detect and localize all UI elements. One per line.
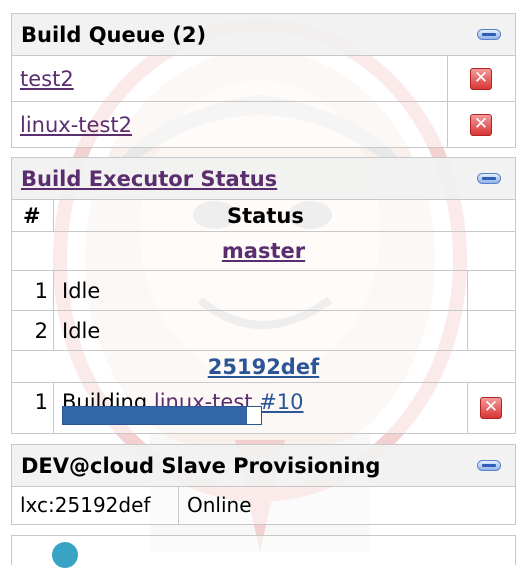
build-number-link[interactable]: #10 [259, 390, 303, 414]
node-link-25192def[interactable]: 25192def [12, 351, 515, 383]
cell-divider [53, 311, 54, 350]
collapse-icon[interactable] [477, 173, 501, 184]
slave-state: Online [187, 493, 252, 517]
build-queue-title: Build Queue (2) [21, 23, 207, 47]
node-link-master[interactable]: master [12, 232, 515, 270]
cell-divider [447, 102, 448, 148]
build-queue-pane: Build Queue (2) test2 ✕ linux-test2 ✕ [11, 13, 516, 148]
column-header-status: Status [227, 204, 304, 228]
node-row-master: master [12, 232, 515, 271]
executor-status-text: Idle [62, 279, 101, 303]
cancel-icon[interactable]: ✕ [470, 114, 492, 136]
cell-divider [447, 56, 448, 101]
executor-status-header: Build Executor Status [12, 158, 515, 200]
slave-provisioning-title: DEV@cloud Slave Provisioning [21, 454, 381, 478]
queue-item: linux-test2 ✕ [12, 102, 515, 148]
queue-item-link-linux-test2[interactable]: linux-test2 [20, 113, 132, 137]
collapse-icon[interactable] [477, 460, 501, 471]
executor-number: 2 [34, 319, 48, 343]
cloud-icon [52, 542, 78, 568]
executor-status-text: Idle [62, 319, 101, 343]
cell-divider [53, 383, 54, 434]
executor-row: 2 Idle [12, 311, 515, 351]
executor-number: 1 [34, 390, 48, 414]
cancel-icon[interactable]: ✕ [480, 397, 502, 419]
cell-divider [178, 487, 179, 524]
executor-number: 1 [34, 279, 48, 303]
next-pane-cut-off [11, 535, 516, 568]
build-progress-fill [63, 407, 248, 424]
cancel-icon[interactable]: ✕ [470, 68, 492, 90]
column-header-num: # [23, 204, 41, 228]
cell-divider [467, 383, 468, 434]
executor-status-title[interactable]: Build Executor Status [21, 167, 277, 191]
slave-row: lxc:25192def Online [12, 487, 515, 524]
queue-item-link-test2[interactable]: test2 [20, 67, 74, 91]
executor-table-head: # Status [12, 200, 515, 232]
queue-item: test2 ✕ [12, 56, 515, 102]
build-queue-header: Build Queue (2) [12, 14, 515, 56]
cell-divider [467, 271, 468, 310]
cell-divider [467, 311, 468, 350]
node-row-25192def: 25192def [12, 351, 515, 383]
cell-divider [53, 200, 54, 231]
build-progress-bar[interactable] [62, 406, 262, 425]
slave-provisioning-pane: DEV@cloud Slave Provisioning lxc:25192de… [11, 444, 516, 525]
executor-row-building: 1 Building linux-test #10 ✕ [12, 383, 515, 434]
executor-status-pane: Build Executor Status # Status master 1 … [11, 157, 516, 434]
cell-divider [53, 271, 54, 310]
collapse-icon[interactable] [477, 29, 501, 40]
executor-row: 1 Idle [12, 271, 515, 311]
slave-name: lxc:25192def [20, 493, 151, 517]
slave-provisioning-header: DEV@cloud Slave Provisioning [12, 445, 515, 487]
